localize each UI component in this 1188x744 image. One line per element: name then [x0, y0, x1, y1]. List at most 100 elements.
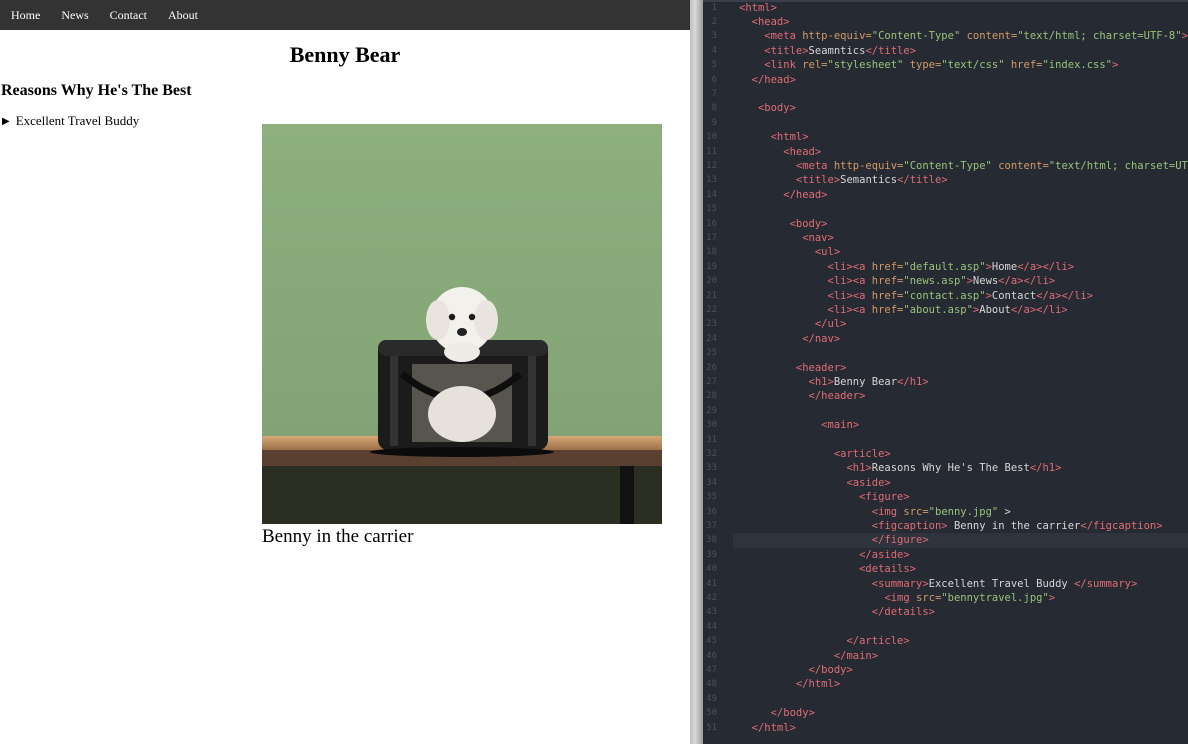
code-line[interactable]: </main>: [739, 649, 878, 663]
code-line[interactable]: <li><a href="default.asp">Home</a></li>: [739, 260, 1075, 274]
code-line[interactable]: <li><a href="news.asp">News</a></li>: [739, 274, 1056, 288]
code-line[interactable]: </body>: [739, 663, 853, 677]
code-line[interactable]: </figure>: [739, 533, 929, 547]
line-number: 7: [711, 88, 717, 99]
code-token: >: [1048, 591, 1056, 604]
line-number-gutter: 1 2 3 4 5 6 7 8 9 10 11 12 13 14 15 16 17 18 19 20 21 22 23 24 2…: [703, 0, 733, 744]
line-number: 31: [706, 434, 717, 445]
code-line[interactable]: </article>: [739, 634, 909, 648]
code-line[interactable]: <body>: [739, 217, 828, 231]
code-line[interactable]: <article>: [739, 447, 891, 461]
line-number: 15: [706, 204, 717, 215]
code-line[interactable]: <title>Semantics</title>: [739, 173, 948, 187]
line-number: 25: [706, 348, 717, 359]
disclosure-triangle-icon[interactable]: ▶: [2, 116, 10, 127]
code-line[interactable]: <li><a href="contact.asp">Contact</a></l…: [739, 289, 1094, 303]
code-token: </title>: [865, 44, 917, 57]
code-line[interactable]: </head>: [739, 188, 827, 202]
line-number: 36: [706, 506, 717, 517]
code-line[interactable]: </nav>: [739, 332, 840, 346]
code-token: "index.css": [1042, 59, 1113, 72]
line-number: 48: [706, 679, 717, 690]
code-line[interactable]: <head>: [739, 145, 821, 159]
code-token: <li><a: [739, 275, 872, 288]
code-line[interactable]: <head>: [739, 15, 790, 29]
code-line[interactable]: <figure>: [739, 490, 910, 504]
code-token: </a></li>: [1010, 303, 1068, 316]
line-number: 5: [711, 60, 717, 71]
line-number: 42: [706, 592, 717, 603]
code-token: <html>: [739, 1, 777, 14]
line-number: 51: [706, 722, 717, 733]
code-token: src=: [916, 591, 942, 604]
code-token: Semantics: [840, 174, 898, 187]
code-line[interactable]: <header>: [739, 361, 847, 375]
line-number: 34: [706, 477, 717, 488]
code-line[interactable]: <meta http-equiv="Content-Type" content=…: [739, 159, 1188, 173]
code-token: </aside>: [739, 548, 910, 561]
nav-link-home[interactable]: Home: [0, 0, 50, 30]
code-token: </head>: [739, 73, 796, 86]
code-token: </nav>: [739, 332, 841, 345]
code-line[interactable]: </body>: [739, 706, 815, 720]
nav-link-news[interactable]: News: [50, 0, 98, 30]
code-token: <figure>: [739, 491, 910, 504]
code-line[interactable]: <html>: [739, 130, 809, 144]
code-token: "Content-Type": [903, 159, 992, 172]
code-line[interactable]: <figcaption> Benny in the carrier</figca…: [739, 519, 1163, 533]
nav-link-contact[interactable]: Contact: [99, 0, 157, 30]
code-token: <details>: [739, 563, 917, 576]
code-token: href=: [871, 275, 904, 288]
code-line[interactable]: <h1>Benny Bear</h1>: [739, 375, 929, 389]
code-line[interactable]: </html>: [739, 721, 796, 735]
line-number: 26: [706, 362, 717, 373]
code-line[interactable]: <main>: [739, 418, 859, 432]
line-number: 39: [706, 549, 717, 560]
nav-link-about[interactable]: About: [157, 0, 208, 30]
code-line[interactable]: <summary>Excellent Travel Buddy </summar…: [739, 577, 1138, 591]
code-line[interactable]: <aside>: [739, 476, 890, 490]
code-line[interactable]: </details>: [739, 605, 935, 619]
code-token: "stylesheet": [827, 59, 904, 72]
code-line[interactable]: <li><a href="about.asp">About</a></li>: [739, 303, 1068, 317]
code-line[interactable]: <img src="benny.jpg" >: [739, 505, 1011, 519]
code-token: rel=: [802, 59, 828, 72]
line-number: 43: [706, 607, 717, 618]
line-number: 38: [706, 535, 717, 546]
code-token: "bennytravel.jpg": [941, 591, 1049, 604]
code-line[interactable]: </ul>: [739, 317, 847, 331]
code-line[interactable]: <ul>: [739, 245, 840, 259]
code-line[interactable]: <html>: [739, 1, 777, 15]
code-line[interactable]: <nav>: [739, 231, 834, 245]
line-number: 28: [706, 391, 717, 402]
code-token: <h1>: [739, 462, 872, 475]
code-line[interactable]: <details>: [739, 562, 916, 576]
code-token: <main>: [739, 419, 860, 432]
pane-splitter[interactable]: [690, 0, 703, 744]
code-token: </ul>: [739, 318, 847, 331]
code-token: </figcaption>: [1080, 519, 1163, 532]
code-line[interactable]: <img src="bennytravel.jpg">: [739, 591, 1055, 605]
code-line[interactable]: </aside>: [739, 548, 910, 562]
code-line[interactable]: <h1>Reasons Why He's The Best</h1>: [739, 461, 1061, 475]
code-line[interactable]: </head>: [739, 73, 796, 87]
code-line[interactable]: </html>: [739, 677, 840, 691]
code-token: <figcaption>: [739, 519, 948, 532]
code-token: <body>: [739, 102, 796, 115]
code-token: http-equiv=: [802, 30, 872, 43]
details-summary[interactable]: ▶ Excellent Travel Buddy: [2, 113, 139, 129]
line-number: 33: [706, 463, 717, 474]
browser-pane: Home News Contact About Benny Bear Reaso…: [0, 0, 690, 744]
code-line[interactable]: <title>Seamntics</title>: [739, 44, 916, 58]
code-line[interactable]: <body>: [739, 101, 796, 115]
code-line[interactable]: </header>: [739, 389, 866, 403]
code-token: <article>: [739, 447, 891, 460]
code-token: </body>: [739, 663, 853, 676]
code-line[interactable]: <link rel="stylesheet" type="text/css" h…: [739, 58, 1118, 72]
code-token: </body>: [739, 707, 815, 720]
code-token: News: [972, 275, 999, 288]
line-number: 12: [706, 160, 717, 171]
code-line[interactable]: <meta http-equiv="Content-Type" content=…: [739, 29, 1188, 43]
code-editor[interactable]: 1 2 3 4 5 6 7 8 9 10 11 12 13 14 15 16 17 18 19 20 21 22 23 24 2…: [703, 0, 1188, 744]
code-token: <title>: [739, 44, 809, 57]
